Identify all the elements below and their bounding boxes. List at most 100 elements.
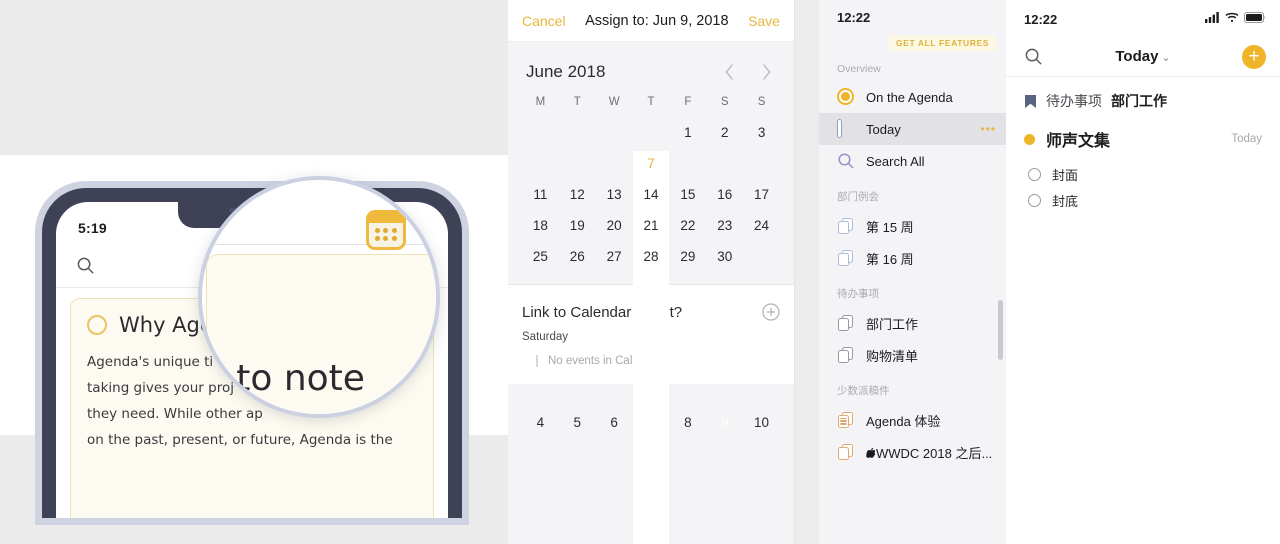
sidebar-scrollbar[interactable]: [998, 300, 1003, 360]
notebook-stack-icon: [837, 346, 855, 364]
calendar-day[interactable]: 30: [706, 244, 743, 270]
sidebar-item-购物清单[interactable]: 购物清单: [819, 339, 1006, 371]
calendar-day[interactable]: 5: [559, 410, 596, 436]
sidebar-item-wwdc-2018-之后...[interactable]: WWDC 2018 之后...: [819, 436, 1006, 468]
sidebar-item-部门工作[interactable]: 部门工作: [819, 307, 1006, 339]
get-all-features-badge[interactable]: GET ALL FEATURES: [888, 35, 996, 51]
chevron-right-icon[interactable]: [761, 63, 772, 81]
calendar-day[interactable]: 17: [743, 182, 780, 208]
calendar-week-row: 18 19 20 21 22 23 24: [522, 213, 780, 239]
panel-divider: [795, 0, 819, 544]
sidebar-item-第-15-周[interactable]: 第 15 周: [819, 210, 1006, 242]
promo-badge-wrap: GET ALL FEATURES: [819, 25, 1006, 51]
calendar-day-today[interactable]: 7: [632, 151, 670, 544]
calendar-day[interactable]: 13: [596, 182, 633, 208]
calendar-day[interactable]: 22: [669, 213, 706, 239]
calendar-day[interactable]: 19: [559, 213, 596, 239]
today-nav-title-label: Today: [1115, 48, 1159, 65]
calendar-day[interactable]: 1: [669, 120, 706, 146]
target-ring-icon: [837, 88, 855, 106]
sidebar-item-today[interactable]: Today •••: [819, 113, 1006, 145]
calendar-day[interactable]: 14: [633, 182, 670, 208]
calendar-day[interactable]: 20: [596, 213, 633, 239]
calendar-day[interactable]: 24: [743, 213, 780, 239]
calendar-week-row: 123: [522, 120, 780, 146]
checkbox[interactable]: [1028, 193, 1041, 207]
calendar-day[interactable]: 29: [669, 244, 706, 270]
calendar-weekday-header: M T W T F S S: [522, 96, 780, 120]
sidebar-section-header: 少数派稿件: [837, 385, 890, 397]
calendar-day-selected[interactable]: 9: [706, 410, 743, 436]
sidebar-status-time: 12:22: [837, 10, 871, 25]
sidebar-item-overflow-button[interactable]: •••: [980, 123, 996, 135]
checklist-item[interactable]: 封底: [1028, 187, 1262, 213]
calendar-day-empty: [596, 120, 633, 146]
magnifier-zoomed-text: h to note: [202, 358, 365, 399]
calendar-container: June 2018 M T W T F S S 123 4 5 6 7 8 9 …: [508, 42, 794, 544]
calendar-day[interactable]: 18: [522, 213, 559, 239]
sidebar-groups: Overview On the Agenda Today ••• Search All 部…: [819, 51, 1006, 468]
calendar-day-empty: [522, 120, 559, 146]
sidebar-section-header: 部门例会: [837, 191, 879, 203]
calendar-day[interactable]: 10: [743, 410, 780, 436]
sidebar-item-label: 部门工作: [866, 316, 919, 332]
plus-circle-icon[interactable]: [762, 303, 780, 321]
calendar-day[interactable]: 11: [522, 182, 559, 208]
calendar-month-label: June 2018: [526, 62, 606, 81]
date-picker-title: Assign to: Jun 9, 2018: [585, 12, 729, 29]
sidebar-item-label: 第 16 周: [866, 251, 914, 267]
note-entry-header: 师声文集 Today: [1024, 127, 1262, 151]
sidebar-panel: 12:22 GET ALL FEATURES Overview On the Ag…: [819, 0, 1006, 544]
target-ring-icon: [87, 315, 107, 335]
chevron-left-icon[interactable]: [724, 63, 735, 81]
sidebar-item-label: Search All: [866, 153, 925, 169]
notebook-stack-icon: [837, 443, 855, 461]
calendar-day[interactable]: 25: [522, 244, 559, 270]
calendar-day[interactable]: 27: [596, 244, 633, 270]
calendar-week-row: 11 12 13 14 15 16 17: [522, 182, 780, 208]
sidebar-item-第-16-周[interactable]: 第 16 周: [819, 242, 1006, 274]
calendar-day-empty: [743, 244, 780, 270]
calendar-day[interactable]: 3: [743, 120, 780, 146]
bookmark-flag-icon: [1024, 94, 1037, 109]
sidebar-section-header: 待办事项: [837, 288, 879, 300]
calendar-day[interactable]: 4: [522, 410, 559, 436]
note-body-line: on the past, present, or future, Agenda …: [87, 432, 393, 448]
calendar-day[interactable]: 15: [669, 182, 706, 208]
notebook-stack-icon: [837, 314, 855, 332]
checklist-item[interactable]: 封面: [1028, 161, 1262, 187]
calendar-day[interactable]: 6: [596, 410, 633, 436]
calendar-day[interactable]: 28: [633, 244, 670, 270]
status-icons: [1205, 10, 1266, 28]
sidebar-item-on-the-agenda[interactable]: On the Agenda: [819, 81, 1006, 113]
magnifier-lens: h to note: [198, 176, 440, 418]
calendar-day[interactable]: 2: [706, 120, 743, 146]
calendar-day[interactable]: 26: [559, 244, 596, 270]
weekday-label: T: [647, 96, 655, 108]
calendar-nav: [724, 63, 776, 81]
breadcrumb[interactable]: 待办事项 部门工作: [1006, 77, 1280, 111]
save-button[interactable]: Save: [748, 13, 780, 29]
magnifier-content: h to note: [202, 180, 436, 414]
calendar-day-empty: [559, 120, 596, 146]
today-nav-title[interactable]: Today ⌄: [1006, 48, 1280, 65]
sidebar-item-label: Agenda 体验: [866, 413, 941, 429]
note-entry-title: 师声文集: [1046, 133, 1111, 150]
cancel-button[interactable]: Cancel: [522, 13, 566, 29]
checkbox[interactable]: [1028, 167, 1041, 181]
add-note-button[interactable]: +: [1242, 44, 1266, 69]
weekday-label: S: [757, 96, 766, 108]
calendar-day[interactable]: 23: [706, 213, 743, 239]
calendar-day[interactable]: 16: [706, 182, 743, 208]
sidebar-item-search-all[interactable]: Search All: [819, 145, 1006, 177]
sidebar-item-agenda-体验[interactable]: Agenda 体验: [819, 404, 1006, 436]
calendar-day-grid[interactable]: 1 2 3 4 5 6 7 8 9 10 11 12 13 14 15 16 17 18 19 20 21 22 23 24 2…: [522, 120, 780, 544]
calendar-day[interactable]: 8: [669, 410, 706, 436]
today-navbar: Today ⌄ +: [1006, 37, 1280, 77]
sidebar-item-label: 购物清单: [866, 348, 919, 364]
notebook-stack-lines-icon: [837, 411, 855, 429]
calendar-day[interactable]: 12: [559, 182, 596, 208]
note-entry-date: Today: [1231, 133, 1262, 145]
calendar-day[interactable]: 21: [633, 213, 670, 239]
note-entry[interactable]: 师声文集 Today 封面 封底: [1006, 111, 1280, 213]
